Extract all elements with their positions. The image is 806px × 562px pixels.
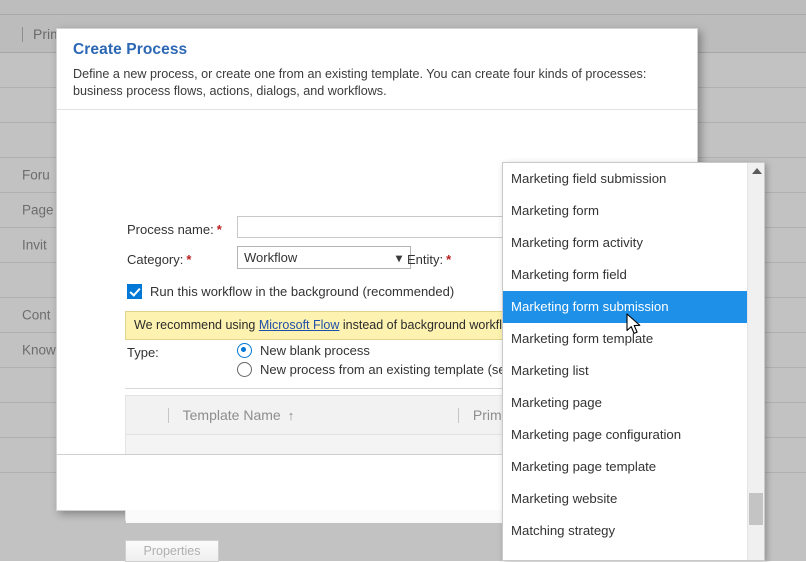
entity-dropdown-list[interactable]: Marketing field submission Marketing for…	[502, 162, 765, 561]
cell: Foru	[22, 167, 50, 183]
dropdown-option[interactable]: Matching strategy	[503, 515, 748, 547]
category-select-value: Workflow	[244, 250, 298, 265]
dropdown-option[interactable]: Marketing form field	[503, 259, 748, 291]
required-marker: *	[446, 252, 452, 267]
cell: Cont	[22, 307, 51, 323]
required-marker: *	[216, 222, 222, 237]
scroll-up-arrow-icon[interactable]	[752, 168, 762, 174]
radio-icon-unselected[interactable]	[237, 362, 252, 377]
dropdown-option[interactable]: Marketing form	[503, 195, 748, 227]
column-header-template-name[interactable]: Template Name ↑	[168, 407, 295, 423]
dialog-subtitle: Define a new process, or create one from…	[73, 67, 647, 98]
app-topbar	[0, 0, 806, 15]
dropdown-scrollbar[interactable]	[747, 163, 764, 560]
dropdown-option[interactable]: Marketing page template	[503, 451, 748, 483]
column-header-template-name-label: Template Name	[182, 407, 281, 423]
process-name-label: Process name: *	[127, 222, 222, 237]
scrollbar-thumb[interactable]	[749, 493, 763, 525]
dropdown-option[interactable]: Marketing website	[503, 483, 748, 515]
run-in-background-checkbox-row[interactable]: Run this workflow in the background (rec…	[127, 284, 454, 299]
dropdown-option[interactable]: Marketing field submission	[503, 163, 748, 195]
dropdown-option[interactable]: Marketing page	[503, 387, 748, 419]
radio-new-blank-process-label: New blank process	[260, 343, 370, 358]
page-title: Create Process	[73, 41, 188, 58]
cell: Know	[22, 342, 56, 358]
required-marker: *	[186, 252, 192, 267]
category-select[interactable]: Workflow ▾	[237, 246, 411, 269]
sort-ascending-icon: ↑	[287, 408, 295, 423]
notice-text-before: We recommend using	[134, 318, 259, 332]
category-label: Category: *	[127, 252, 192, 267]
chevron-down-icon: ▾	[395, 251, 402, 265]
cell: Page	[22, 202, 54, 218]
entity-label: Entity: *	[407, 252, 452, 267]
entity-dropdown-items: Marketing field submission Marketing for…	[503, 163, 748, 560]
dropdown-option[interactable]: Marketing list	[503, 355, 748, 387]
microsoft-flow-link[interactable]: Microsoft Flow	[259, 318, 340, 332]
checkbox-icon[interactable]	[127, 284, 142, 299]
dropdown-option[interactable]: Marketing form template	[503, 323, 748, 355]
radio-new-blank-process[interactable]: New blank process	[237, 343, 370, 358]
dialog-header: Create Process Define a new process, or …	[57, 29, 697, 110]
radio-icon-selected[interactable]	[237, 343, 252, 358]
run-in-background-label: Run this workflow in the background (rec…	[150, 284, 455, 299]
dropdown-option[interactable]: Marketing form activity	[503, 227, 748, 259]
type-label: Type:	[127, 345, 159, 360]
dropdown-option[interactable]: Marketing page configuration	[503, 419, 748, 451]
cell: Invit	[22, 237, 47, 253]
properties-button[interactable]: Properties	[125, 540, 219, 562]
dropdown-option-selected[interactable]: Marketing form submission	[503, 291, 748, 323]
